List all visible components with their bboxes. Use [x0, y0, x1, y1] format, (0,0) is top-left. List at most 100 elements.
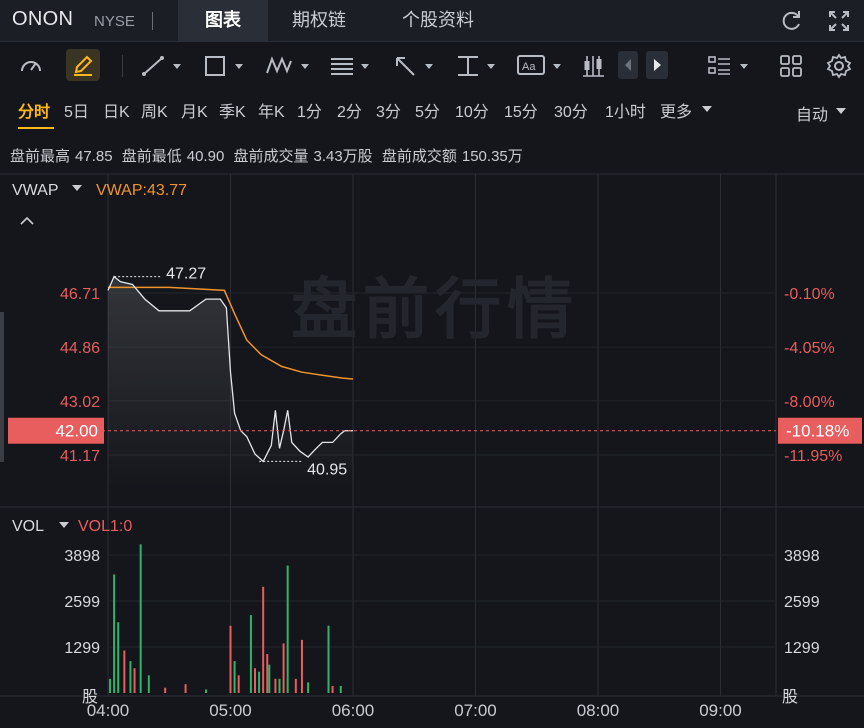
- auto-scale-select[interactable]: 自动: [796, 101, 828, 125]
- volume-bar: [113, 574, 116, 693]
- volume-bar: [331, 685, 334, 693]
- tf-2min[interactable]: 2分: [337, 98, 362, 122]
- volume-bar: [327, 625, 330, 693]
- volume-bar: [129, 661, 132, 693]
- arrow-icon[interactable]: [392, 53, 438, 79]
- volume-tick-right: 1299: [784, 640, 820, 657]
- tab-stock-info[interactable]: 个股资料: [402, 0, 474, 42]
- volume-bar: [254, 668, 256, 693]
- volume-tick-left: 2599: [64, 594, 100, 611]
- volume-axis: 3898 3898 2599 2599 1299 1299: [64, 548, 819, 657]
- volume-tick-right: 2599: [784, 594, 820, 611]
- pen-icon: [74, 55, 93, 76]
- chevron-down-icon: [702, 106, 712, 112]
- pattern-icon[interactable]: [264, 53, 314, 79]
- chevron-down-icon[interactable]: [72, 185, 82, 191]
- trend-line-icon[interactable]: [140, 53, 186, 79]
- vwap-indicator-label[interactable]: VWAP: [12, 182, 59, 199]
- fib-icon[interactable]: [328, 53, 374, 79]
- tab-chart[interactable]: 图表: [178, 0, 268, 42]
- gear-icon[interactable]: [826, 53, 852, 79]
- layout-list-icon[interactable]: [706, 53, 756, 79]
- tf-3min[interactable]: 3分: [376, 98, 401, 122]
- volume-tick-left: 1299: [64, 640, 100, 657]
- tab-options-chain[interactable]: 期权链: [292, 0, 346, 42]
- y-tick-left: 41.17: [60, 448, 100, 465]
- volume-bar: [117, 622, 120, 693]
- exchange: NYSE: [94, 13, 135, 30]
- chevron-down-icon: [836, 108, 846, 114]
- tf-1hour[interactable]: 1小时: [605, 98, 646, 122]
- next-icon: [654, 59, 661, 71]
- drawing-toolbar: Aa: [0, 43, 864, 89]
- tf-5d[interactable]: 5日: [64, 98, 89, 122]
- volume-bar: [274, 678, 277, 693]
- high-value: 47.85: [75, 148, 113, 165]
- x-tick: 09:00: [699, 701, 742, 720]
- volume-bar: [133, 668, 136, 693]
- watermark: 盘前行情: [291, 272, 579, 346]
- time-axis: 04:00 05:00 06:00 07:00 08:00 09:00: [87, 701, 742, 720]
- gauge-icon[interactable]: [18, 53, 44, 79]
- svg-text:Aa: Aa: [522, 61, 536, 73]
- x-tick: 07:00: [454, 701, 497, 720]
- volume-bar: [147, 675, 150, 693]
- volume-series-label: VOL1:0: [78, 518, 132, 535]
- volume-bar: [286, 565, 289, 693]
- volume-bar: [249, 615, 252, 693]
- grid-icon[interactable]: [778, 53, 804, 79]
- current-price: 42.00: [55, 422, 98, 441]
- text-icon[interactable]: Aa: [516, 53, 566, 79]
- x-tick: 08:00: [577, 701, 620, 720]
- active-tab-underline: [18, 127, 54, 129]
- tf-more[interactable]: 更多: [660, 98, 692, 122]
- volume-bar: [139, 544, 142, 693]
- volume-bar: [278, 678, 281, 693]
- x-tick: 06:00: [332, 701, 375, 720]
- tf-intraday[interactable]: 分时: [18, 98, 50, 122]
- fullscreen-icon[interactable]: [826, 8, 852, 34]
- y-tick-right: -8.00%: [784, 394, 835, 411]
- current-pct: -10.18%: [786, 422, 849, 441]
- volume-tick-right: 3898: [784, 548, 820, 565]
- collapse-icon[interactable]: [20, 216, 34, 225]
- volume-bar: [205, 689, 207, 693]
- tf-15min[interactable]: 15分: [504, 98, 538, 122]
- chevron-down-icon[interactable]: [59, 522, 69, 528]
- volume-bar: [294, 678, 297, 693]
- volume-bar: [307, 682, 310, 693]
- volume-bar: [229, 625, 232, 693]
- top-bar: ONON NYSE 图表 期权链 个股资料: [0, 0, 864, 42]
- tf-10min[interactable]: 10分: [455, 98, 489, 122]
- y-tick-right: -4.05%: [784, 340, 835, 357]
- candle-icon[interactable]: [580, 53, 606, 79]
- y-tick-left: 46.71: [60, 286, 100, 303]
- scroll-handle[interactable]: [0, 312, 4, 462]
- tf-30min[interactable]: 30分: [554, 98, 588, 122]
- prev-icon: [625, 59, 631, 71]
- tf-1min[interactable]: 1分: [297, 98, 322, 122]
- tf-year[interactable]: 年K: [258, 98, 285, 122]
- amount-value: 150.35万: [461, 148, 523, 165]
- refresh-icon[interactable]: [778, 8, 804, 34]
- volume-indicator-label[interactable]: VOL: [12, 518, 44, 535]
- max-label: 47.27: [166, 266, 206, 283]
- chart-area[interactable]: 盘前行情 VWAP VWAP:43.77 46.71 44.86 43.02 41.1…: [0, 172, 864, 728]
- vwap-value-label: VWAP:43.77: [96, 182, 187, 199]
- volume-bar: [184, 684, 187, 693]
- x-tick: 04:00: [87, 701, 130, 720]
- y-tick-right: -11.95%: [784, 448, 842, 465]
- y-tick-left: 43.02: [60, 394, 100, 411]
- tf-5min[interactable]: 5分: [415, 98, 440, 122]
- high-label: 盘前最高: [10, 148, 71, 165]
- tf-month[interactable]: 月K: [181, 98, 208, 122]
- measure-icon[interactable]: [454, 53, 500, 79]
- tf-day[interactable]: 日K: [103, 98, 130, 122]
- min-label: 40.95: [307, 461, 347, 478]
- divider: [122, 55, 123, 77]
- volume-bar: [109, 678, 112, 693]
- tf-quarter[interactable]: 季K: [219, 98, 246, 122]
- tf-week[interactable]: 周K: [141, 98, 168, 122]
- rectangle-icon[interactable]: [202, 53, 248, 79]
- volume-tick-left: 3898: [64, 548, 100, 565]
